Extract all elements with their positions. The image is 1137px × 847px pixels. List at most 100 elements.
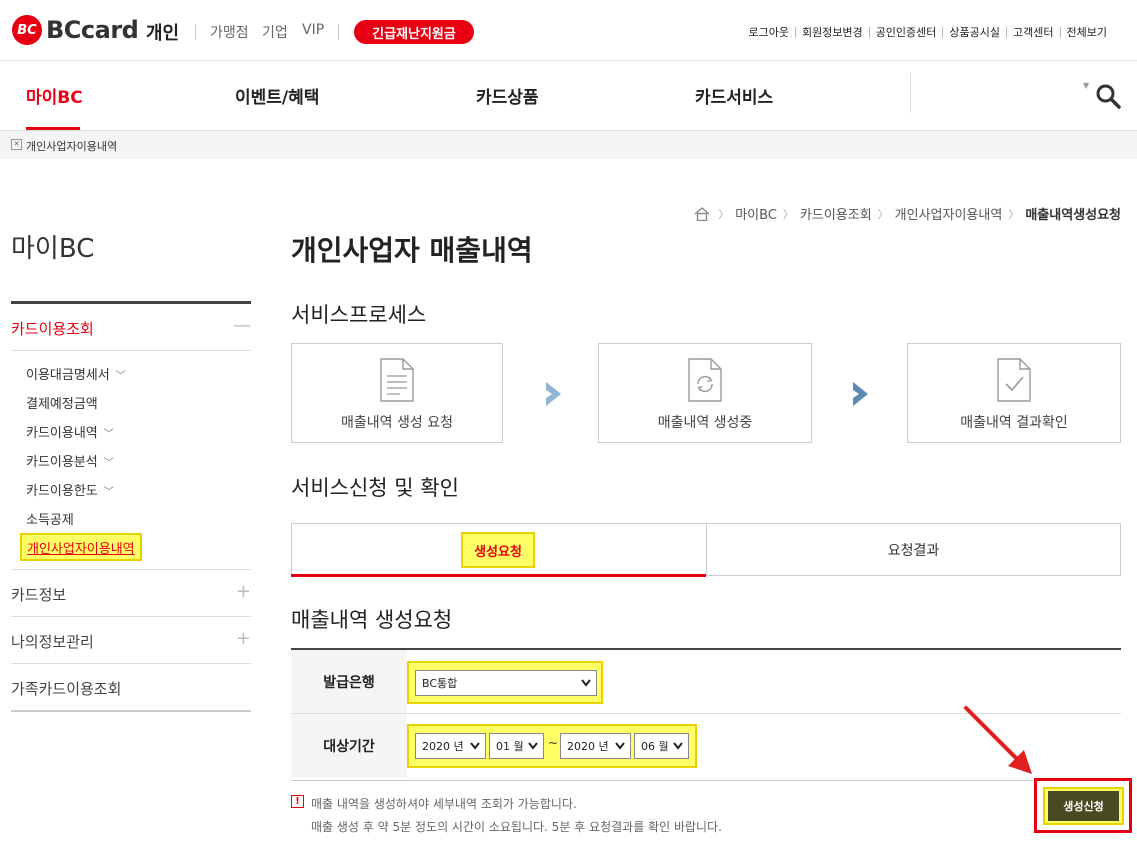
warning-icon: !: [291, 795, 304, 808]
product-disclosure-link[interactable]: 상품공시실: [943, 24, 1006, 40]
nav-card-products[interactable]: 카드상품: [476, 83, 539, 108]
customer-center-link[interactable]: 고객센터: [1007, 24, 1059, 40]
sidebar-subitem-usage-history[interactable]: 카드이용내역 ﹀: [26, 422, 114, 441]
nav-mybc[interactable]: 마이BC: [26, 83, 83, 108]
chevron-down-icon: [528, 742, 538, 750]
sidebar-subitem-statement[interactable]: 이용대금명세서 ﹀: [26, 364, 126, 383]
chevron-right-icon: 〉: [782, 207, 794, 221]
divider: [11, 350, 251, 351]
range-separator: ~: [548, 736, 559, 750]
emergency-relief-button[interactable]: 긴급재난지원금: [354, 20, 474, 44]
location-text[interactable]: 개인사업자이용내역: [26, 138, 117, 154]
expand-icon[interactable]: +: [236, 628, 251, 649]
breadcrumb-current: 매출내역생성요청: [1025, 208, 1121, 223]
bccard-logo[interactable]: BC BCcard: [12, 13, 139, 47]
annotation-arrow-icon: [964, 706, 1032, 774]
sidebar-item-family-card[interactable]: 가족카드이용조회: [11, 678, 251, 699]
from-month-select[interactable]: 01 월: [489, 733, 544, 759]
chevron-down-icon: ﹀: [115, 371, 126, 382]
nav-events[interactable]: 이벤트/혜택: [235, 83, 319, 108]
divider: [338, 24, 339, 40]
member-info-link[interactable]: 회원정보변경: [796, 24, 869, 40]
bc-logo-mark: BC: [12, 15, 42, 45]
process-step-label: 매출내역 생성중: [657, 415, 753, 431]
cert-center-link[interactable]: 공인인증센터: [870, 24, 943, 40]
bank-select[interactable]: BC통합: [415, 670, 597, 696]
search-icon[interactable]: [1095, 83, 1121, 109]
sidebar-item-label: 카드이용조회: [11, 320, 94, 338]
breadcrumb: 〉 마이BC 〉 카드이용조회 〉 개인사업자이용내역 〉 매출내역생성요청: [694, 204, 1121, 223]
bccard-wordmark: BCcard: [46, 16, 139, 44]
link-vip[interactable]: VIP: [302, 22, 324, 38]
main-nav: 마이BC 이벤트/혜택 카드상품 카드서비스 ▼: [0, 61, 1137, 131]
breadcrumb-item[interactable]: 개인사업자이용내역: [895, 204, 1003, 223]
sidebar-item-label: 카드이용내역: [26, 426, 98, 441]
sidebar-subitem-payment-due[interactable]: 결제예정금액: [26, 393, 98, 412]
breadcrumb-item[interactable]: 카드이용조회: [800, 204, 872, 223]
collapse-icon[interactable]: —: [233, 315, 251, 336]
nav-card-services[interactable]: 카드서비스: [695, 83, 773, 108]
logout-link[interactable]: 로그아웃: [742, 24, 794, 40]
sidebar-item-my-info[interactable]: 나의정보관리 +: [11, 628, 251, 652]
process-title: 서비스프로세스: [291, 303, 427, 327]
breadcrumb-item[interactable]: 마이BC: [735, 204, 777, 223]
close-icon[interactable]: ✕: [11, 139, 22, 150]
expand-icon[interactable]: +: [236, 581, 251, 602]
process-step: 매출내역 생성중: [598, 343, 812, 443]
chevron-down-icon: [673, 742, 683, 750]
sidebar-subitem-business-usage[interactable]: 개인사업자이용내역: [20, 533, 142, 561]
notice-text: 매출 내역을 생성하셔야 세부내역 조회가 가능합니다.: [311, 797, 577, 811]
sidebar-subitem-usage-limit[interactable]: 카드이용한도 ﹀: [26, 480, 114, 499]
document-icon: [380, 358, 414, 402]
to-year-select[interactable]: 2020 년: [560, 733, 631, 759]
sidebar-subitem-tax-deduction[interactable]: 소득공제: [26, 509, 74, 528]
document-check-icon: [997, 358, 1031, 402]
to-month-select[interactable]: 06 월: [634, 733, 689, 759]
service-title: 서비스신청 및 확인: [291, 476, 459, 500]
link-merchant[interactable]: 가맹점: [210, 22, 249, 42]
chevron-down-icon: [470, 742, 480, 750]
tab-create-request-label[interactable]: 생성요청: [461, 532, 535, 568]
bank-label: 발급은행: [291, 650, 407, 713]
to-month-value: 06 월: [641, 740, 669, 753]
caret-icon: ▼: [1083, 81, 1090, 90]
sidebar-title: 마이BC: [11, 234, 95, 264]
sidebar-item-card-usage[interactable]: 카드이용조회 —: [11, 315, 251, 339]
sidebar-item-label: 카드이용한도: [26, 484, 98, 499]
sidebar-item-card-info[interactable]: 카드정보 +: [11, 581, 251, 605]
from-year-value: 2020 년: [422, 740, 464, 753]
process-step-label: 매출내역 생성 요청: [341, 415, 453, 431]
document-refresh-icon: [688, 358, 722, 402]
chevron-right-icon: 〉: [877, 207, 889, 221]
divider: [11, 710, 251, 712]
tab-request-result[interactable]: 요청결과: [706, 523, 1121, 576]
chevron-right-icon: [853, 382, 868, 406]
link-corporate[interactable]: 기업: [262, 22, 288, 42]
location-bar: ✕ 개인사업자이용내역: [0, 131, 1137, 159]
divider: [11, 616, 251, 617]
chevron-down-icon: ﹀: [103, 458, 114, 469]
submit-request-button[interactable]: 생성신청: [1048, 791, 1119, 821]
divider: [11, 663, 251, 664]
sidebar-subitem-usage-analysis[interactable]: 카드이용분석 ﹀: [26, 451, 114, 470]
divider: [910, 73, 911, 113]
home-icon[interactable]: [694, 206, 710, 221]
section-personal[interactable]: 개인: [146, 19, 179, 45]
sidebar-item-label: 소득공제: [26, 513, 74, 528]
divider: [195, 24, 196, 40]
process-step: 매출내역 생성 요청: [291, 343, 503, 443]
sitemap-link[interactable]: 전체보기: [1061, 24, 1113, 40]
sidebar-item-label: 카드정보: [11, 586, 67, 604]
bank-select-value: BC통합: [422, 677, 458, 690]
chevron-right-icon: 〉: [718, 207, 730, 221]
from-year-select[interactable]: 2020 년: [415, 733, 486, 759]
divider: [11, 569, 251, 570]
to-year-value: 2020 년: [567, 740, 609, 753]
sidebar-item-label: 카드이용분석: [26, 455, 98, 470]
chevron-down-icon: ﹀: [103, 429, 114, 440]
process-step-label: 매출내역 결과확인: [960, 415, 1068, 431]
from-month-value: 01 월: [496, 740, 524, 753]
tab-bar: 생성요청 요청결과: [291, 523, 1121, 577]
sidebar-item-label: 결제예정금액: [26, 397, 98, 412]
form-title: 매출내역 생성요청: [291, 608, 453, 632]
